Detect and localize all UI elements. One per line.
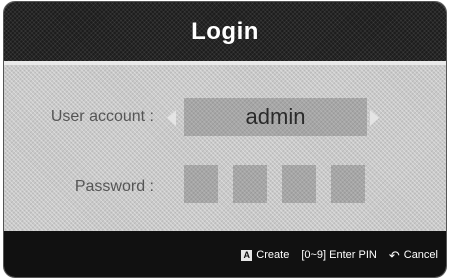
user-account-selector[interactable]: admin [184, 98, 367, 136]
login-form: User account : admin Password : [4, 61, 446, 231]
arrow-left-icon[interactable] [167, 110, 176, 126]
dialog-header: Login [4, 2, 446, 61]
pin-hint: [0~9] Enter PIN [301, 249, 377, 261]
dialog-title: Login [191, 17, 259, 45]
user-account-label: User account : [50, 108, 154, 125]
create-hint[interactable]: A Create [241, 249, 289, 261]
pin-digit-4[interactable] [331, 165, 365, 203]
arrow-right-icon[interactable] [370, 110, 379, 126]
create-label: Create [256, 249, 290, 261]
pin-digit-3[interactable] [282, 165, 316, 203]
pin-digit-1[interactable] [184, 165, 218, 203]
password-label: Password : [74, 178, 154, 195]
footer-hint-bar: A Create [0~9] Enter PIN ↶ Cancel [4, 231, 446, 277]
pin-hint-label: [0~9] Enter PIN [301, 249, 377, 261]
cancel-hint[interactable]: ↶ Cancel [389, 249, 438, 262]
pin-digit-2[interactable] [233, 165, 267, 203]
cancel-label: Cancel [403, 249, 438, 261]
login-dialog: Login User account : admin Password : A … [3, 1, 447, 278]
return-arrow-icon: ↶ [388, 247, 400, 263]
a-button-icon: A [241, 249, 253, 261]
user-account-value: admin [245, 104, 306, 129]
